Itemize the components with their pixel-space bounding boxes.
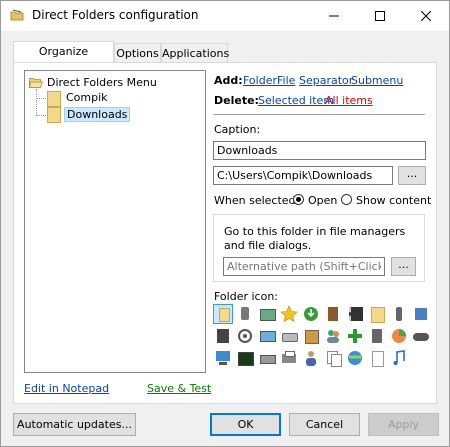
delete-all-link[interactable]: All items [325, 94, 373, 107]
terminal-icon-option[interactable] [235, 348, 255, 368]
minimize-icon [329, 15, 339, 17]
alt-path-input[interactable] [223, 257, 385, 276]
film-icon-option[interactable] [345, 304, 365, 324]
browse-alt-path-button[interactable]: ... [391, 257, 416, 276]
hard-drive-icon-option[interactable] [257, 348, 277, 368]
open-folder-icon [29, 78, 43, 88]
path-input[interactable]: C:\Users\Compik\Downloads [213, 166, 393, 185]
monitor-icon-option[interactable] [257, 326, 277, 346]
tree-item-downloads[interactable]: Downloads [64, 107, 131, 122]
maximize-button[interactable] [357, 1, 403, 31]
add-separator-link[interactable]: Separator [299, 74, 353, 87]
divider [213, 114, 425, 115]
favorites-tree[interactable]: Direct Folders Menu Compik Downloads [24, 70, 206, 373]
copy-icon-option[interactable] [323, 348, 343, 368]
web-icon-option[interactable] [345, 348, 365, 368]
apply-button[interactable]: Apply [368, 413, 439, 436]
add-submenu-link[interactable]: Submenu [351, 74, 403, 87]
add-folder-link[interactable]: Folder [243, 74, 277, 87]
show-content-radio-label[interactable]: Show content [356, 194, 431, 207]
open-radio[interactable] [293, 194, 304, 205]
tab-organize-favorites[interactable]: Organize Favorites [13, 41, 114, 77]
add-file-link[interactable]: File [277, 74, 295, 87]
config-window: Direct Folders configuration Organize Fa… [0, 0, 450, 447]
folder-icon-option[interactable] [213, 304, 233, 324]
close-button[interactable] [403, 1, 449, 31]
delete-selected-link[interactable]: Selected item [258, 94, 334, 107]
chart-icon-option[interactable] [389, 326, 409, 346]
window-title: Direct Folders configuration [32, 8, 199, 22]
calculator-icon-option[interactable] [367, 326, 387, 346]
tab-options[interactable]: Options [114, 43, 161, 63]
speaker-icon-option[interactable] [235, 304, 255, 324]
folder-icon [47, 107, 61, 123]
package-icon-option[interactable] [301, 326, 321, 346]
settings-icon-option[interactable] [235, 326, 255, 346]
caption-label: Caption: [214, 123, 261, 136]
minimize-button[interactable] [311, 1, 357, 31]
desktop-icon-option[interactable] [213, 348, 233, 368]
document-folder-icon-option[interactable] [367, 304, 387, 324]
tree-connector [36, 98, 46, 99]
app-folder-icon [10, 9, 24, 21]
download-icon-option[interactable] [301, 304, 321, 324]
folder-icon-label: Folder icon: [214, 290, 279, 303]
music-icon-option[interactable] [389, 348, 409, 368]
cancel-button[interactable]: Cancel [289, 413, 360, 436]
blank-page-icon-option[interactable] [367, 348, 387, 368]
printer-icon-option[interactable] [279, 348, 299, 368]
picture-icon-option[interactable] [257, 304, 277, 324]
phone-icon-option[interactable] [389, 304, 409, 324]
description-box: Go to this folder in file managers and f… [213, 214, 425, 282]
when-selected-label: When selected: [214, 194, 300, 207]
tree-root-label[interactable]: Direct Folders Menu [47, 76, 157, 89]
network-icon-option[interactable] [411, 304, 431, 324]
add-label: Add: [214, 74, 243, 87]
open-radio-label[interactable]: Open [308, 194, 337, 207]
book-icon-option[interactable] [323, 304, 343, 324]
title-bar: Direct Folders configuration [1, 1, 449, 31]
ok-button[interactable]: OK [210, 413, 281, 436]
drive-icon-option[interactable] [279, 326, 299, 346]
star-icon-option[interactable] [279, 304, 299, 324]
description-text: Go to this folder in file managers and f… [224, 225, 406, 252]
tree-connector [36, 89, 37, 115]
tab-applications[interactable]: Applications [161, 43, 229, 63]
show-content-radio[interactable] [341, 194, 352, 205]
caption-input[interactable]: Downloads [213, 141, 426, 160]
close-icon [421, 11, 431, 21]
browse-path-button[interactable]: ... [398, 166, 426, 185]
gamepad-icon-option[interactable] [411, 326, 431, 346]
delete-label: Delete: [214, 94, 259, 107]
users-icon-option[interactable] [323, 326, 343, 346]
automatic-updates-button[interactable]: Automatic updates... [13, 413, 136, 436]
edit-in-notepad-link[interactable]: Edit in Notepad [24, 382, 109, 395]
save-and-test-link[interactable]: Save & Test [147, 382, 211, 395]
filmstrip-icon-option[interactable] [213, 326, 233, 346]
maximize-icon [375, 11, 385, 21]
tree-item-compik[interactable]: Compik [66, 91, 108, 104]
folder-icon [47, 91, 61, 107]
plus-icon-option[interactable] [345, 326, 365, 346]
tree-connector [36, 115, 46, 116]
user-icon-option[interactable] [301, 348, 321, 368]
